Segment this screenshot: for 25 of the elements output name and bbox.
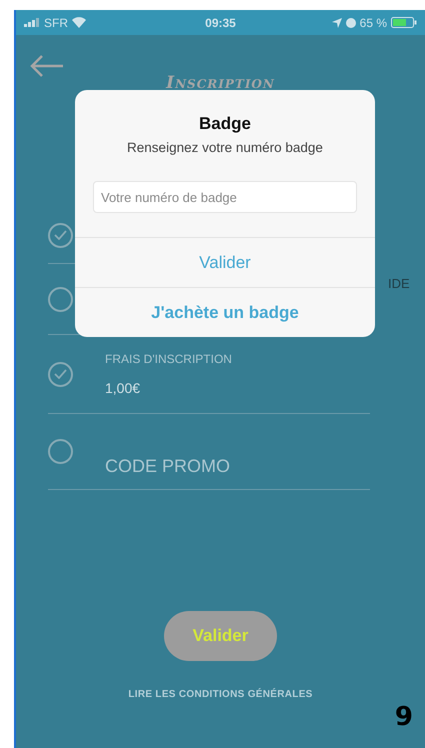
validate-button[interactable]: Valider (75, 237, 375, 287)
checked-circle[interactable] (48, 222, 73, 248)
checked-circle[interactable] (48, 362, 73, 386)
dialog-title: Badge (199, 114, 251, 134)
promo-code-field[interactable]: CODE PROMO (105, 456, 230, 477)
wifi-icon (72, 17, 86, 28)
page-title: Inscription (164, 73, 276, 93)
field-label: FRAIS D'INSCRIPTION (105, 352, 232, 366)
battery-percent: 65 % (360, 16, 388, 30)
signal-icon (24, 18, 40, 27)
option-text: IDE (388, 276, 410, 291)
dialog-message: Renseignez votre numéro badge (127, 140, 323, 155)
buy-badge-button[interactable]: J'achète un badge (75, 287, 375, 337)
back-arrow-icon[interactable] (30, 55, 64, 77)
location-arrow-icon (332, 18, 342, 28)
empty-circle[interactable] (48, 439, 73, 464)
empty-circle[interactable] (48, 286, 73, 312)
submit-button[interactable]: Valider (164, 611, 277, 661)
clock-time: 09:35 (205, 16, 236, 30)
battery-icon (391, 17, 418, 28)
field-value: 1,00€ (105, 380, 142, 396)
badge-input-field[interactable]: Votre numéro de badge (93, 181, 357, 213)
terms-link[interactable]: LIRE LES CONDITIONS GÉNÉRALES (128, 689, 313, 700)
carrier-name: SFR (44, 16, 68, 30)
page-number: 9 (394, 702, 413, 732)
